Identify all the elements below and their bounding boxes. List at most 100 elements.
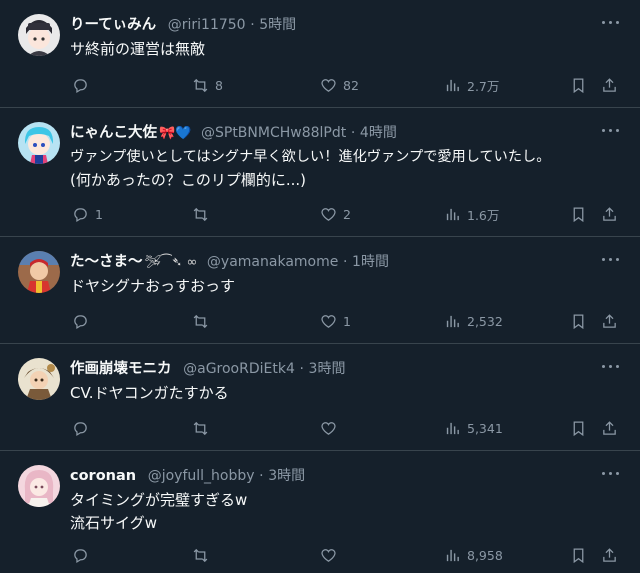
reply-button[interactable] — [72, 417, 95, 439]
tweet-text: タイミングが完璧すぎるw 流石サイグw — [70, 489, 620, 535]
like-icon — [320, 313, 337, 330]
tweet-header: た〜さま〜 🛩︎⁀➴ ∞ @yamanakamome · 1時間 — [70, 251, 600, 273]
timestamp[interactable]: 1時間 — [352, 254, 389, 270]
tweet-header: りーてぃみん @riri11750 · 5時間 — [70, 14, 600, 36]
user-handle[interactable]: @riri11750 — [168, 17, 246, 33]
tweet-header: 作画崩壊モニカ @aGrooRDiEtk4 · 3時間 — [70, 358, 600, 380]
view-count: 5,341 — [467, 420, 503, 436]
tweet[interactable]: た〜さま〜 🛩︎⁀➴ ∞ @yamanakamome · 1時間 ドヤシグナおっす… — [0, 237, 640, 344]
retweet-button[interactable] — [192, 544, 215, 566]
display-name[interactable]: coronan — [70, 468, 136, 484]
retweet-button[interactable] — [192, 417, 215, 439]
tweet[interactable]: 作画崩壊モニカ @aGrooRDiEtk4 · 3時間 CV.ドヤコンガたすかる — [0, 344, 640, 451]
bookmark-button[interactable] — [570, 74, 587, 96]
avatar[interactable] — [18, 14, 60, 56]
retweet-icon — [192, 77, 209, 94]
tweet-header: coronan @joyfull_hobby · 3時間 — [70, 465, 600, 487]
timestamp[interactable]: 3時間 — [309, 361, 346, 377]
separator-dot: · — [342, 254, 348, 270]
views-button[interactable]: 2,532 — [444, 310, 503, 332]
more-icon[interactable] — [600, 14, 622, 30]
tweet-header: にゃんこ大佐 🎀💙 @SPtBNMCHw88lPdt · 4時間 — [70, 122, 600, 144]
tweet[interactable]: りーてぃみん @riri11750 · 5時間 サ終前の運営は無敵 8 82 2… — [0, 0, 640, 108]
reply-icon — [72, 313, 89, 330]
tweet-text-line: 流石サイグw — [70, 514, 157, 532]
like-button[interactable]: 2 — [320, 203, 351, 225]
display-name[interactable]: た〜さま〜 — [70, 254, 143, 270]
bookmark-icon — [570, 313, 587, 330]
like-button[interactable] — [320, 544, 343, 566]
views-button[interactable]: 8,958 — [444, 544, 503, 566]
reply-icon — [72, 420, 89, 437]
avatar[interactable] — [18, 358, 60, 400]
timestamp[interactable]: 4時間 — [360, 125, 397, 141]
views-button[interactable]: 5,341 — [444, 417, 503, 439]
timestamp[interactable]: 5時間 — [259, 17, 296, 33]
retweet-button[interactable] — [192, 203, 215, 225]
share-button[interactable] — [601, 310, 618, 332]
retweet-icon — [192, 547, 209, 564]
action-bar: 5,341 — [70, 417, 622, 439]
bookmark-icon — [570, 77, 587, 94]
action-bar: 8,958 — [70, 544, 622, 566]
view-count: 8,958 — [467, 547, 503, 563]
action-bar: 8 82 2.7万 — [70, 74, 622, 96]
retweet-count: 8 — [215, 77, 223, 93]
views-button[interactable]: 2.7万 — [444, 74, 499, 96]
separator-dot: · — [299, 361, 304, 377]
tweet[interactable]: coronan @joyfull_hobby · 3時間 タイミングが完璧すぎる… — [0, 451, 640, 573]
user-handle[interactable]: @SPtBNMCHw88lPdt — [201, 125, 346, 141]
tweet-text: ドヤシグナおっすおっす — [70, 275, 620, 298]
views-icon — [444, 547, 461, 564]
bookmark-button[interactable] — [570, 544, 587, 566]
share-icon — [601, 420, 618, 437]
like-button[interactable] — [320, 417, 343, 439]
share-button[interactable] — [601, 544, 618, 566]
display-name[interactable]: にゃんこ大佐 — [70, 125, 157, 141]
bookmark-button[interactable] — [570, 417, 587, 439]
tweet-text: サ終前の運営は無敵 — [70, 38, 620, 61]
reply-button[interactable] — [72, 74, 95, 96]
views-button[interactable]: 1.6万 — [444, 203, 499, 225]
user-handle[interactable]: @yamanakamome — [207, 254, 338, 270]
view-count: 2.7万 — [467, 78, 500, 94]
share-icon — [601, 206, 618, 223]
bookmark-icon — [570, 547, 587, 564]
share-button[interactable] — [601, 417, 618, 439]
avatar[interactable] — [18, 122, 60, 164]
view-count: 1.6万 — [467, 207, 500, 223]
more-icon[interactable] — [600, 122, 622, 138]
reply-button[interactable] — [72, 310, 95, 332]
reply-icon — [72, 206, 89, 223]
timestamp[interactable]: 3時間 — [268, 468, 305, 484]
separator-dot: · — [250, 17, 255, 33]
retweet-button[interactable] — [192, 310, 215, 332]
reply-button[interactable]: 1 — [72, 203, 103, 225]
display-name[interactable]: りーてぃみん — [70, 17, 156, 33]
tweet-text-line: ヴァンプ使いとしてはシグナ早く欲しい！進化ヴァンプで愛用していたし。 — [70, 149, 551, 165]
name-emoji: 🛩︎⁀➴ ∞ — [144, 255, 198, 270]
more-icon[interactable] — [600, 251, 622, 267]
avatar[interactable] — [18, 251, 60, 293]
retweet-button[interactable]: 8 — [192, 74, 223, 96]
display-name[interactable]: 作画崩壊モニカ — [70, 361, 172, 377]
like-button[interactable]: 82 — [320, 74, 359, 96]
bookmark-button[interactable] — [570, 310, 587, 332]
share-button[interactable] — [601, 203, 618, 225]
tweet-text: ヴァンプ使いとしてはシグナ早く欲しい！進化ヴァンプで愛用していたし。 (何かあっ… — [70, 146, 620, 192]
avatar[interactable] — [18, 465, 60, 507]
like-count: 1 — [343, 313, 351, 329]
share-button[interactable] — [601, 74, 618, 96]
bookmark-button[interactable] — [570, 203, 587, 225]
tweet[interactable]: にゃんこ大佐 🎀💙 @SPtBNMCHw88lPdt · 4時間 ヴァンプ使いとし… — [0, 108, 640, 237]
action-bar: 1 2,532 — [70, 310, 622, 332]
like-icon — [320, 420, 337, 437]
like-button[interactable]: 1 — [320, 310, 351, 332]
user-handle[interactable]: @joyfull_hobby — [148, 468, 255, 484]
tweet-text: CV.ドヤコンガたすかる — [70, 382, 620, 405]
more-icon[interactable] — [600, 358, 622, 374]
reply-button[interactable] — [72, 544, 95, 566]
like-icon — [320, 77, 337, 94]
more-icon[interactable] — [600, 465, 622, 481]
user-handle[interactable]: @aGrooRDiEtk4 — [183, 361, 295, 377]
